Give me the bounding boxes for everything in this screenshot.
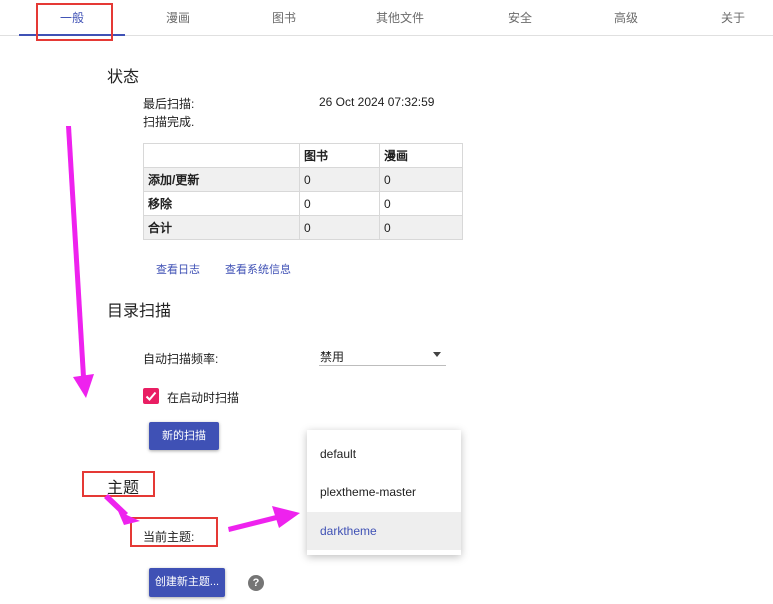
arrow-head-theme [118,511,140,525]
arrow-shaft-right [228,515,277,532]
annotation-arrows [66,126,300,532]
arrow-shaft-left [66,126,86,377]
arrow-head-left [73,374,94,398]
arrow-shaft-theme [104,494,128,517]
arrow-head-right [272,506,300,528]
